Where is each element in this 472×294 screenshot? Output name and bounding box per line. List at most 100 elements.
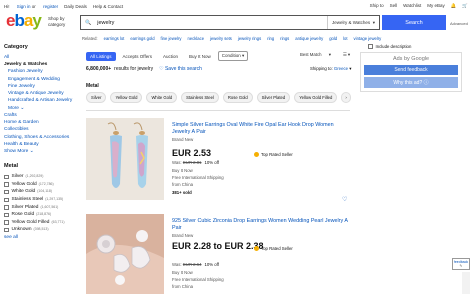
related-term[interactable]: earrings lot (104, 36, 125, 41)
metal-see-all-link[interactable]: see all (4, 234, 80, 241)
advanced-search-link[interactable]: Advanced (450, 21, 468, 26)
notification-icon[interactable]: 🔔 (451, 3, 457, 9)
checkbox-icon[interactable] (4, 220, 9, 225)
scrollbar[interactable] (462, 272, 470, 294)
metal-pill-yellow-gold[interactable]: Yellow Gold (110, 92, 143, 103)
save-search-link[interactable]: ♡ Save this search (159, 66, 202, 72)
listing-item: 925 Silver Cubic Zirconia Drop Earrings … (86, 214, 350, 294)
checkbox-icon[interactable] (368, 44, 373, 49)
checkbox-icon[interactable] (4, 182, 9, 187)
metal-checkbox-yellow-gold-filled[interactable]: Yellow Gold Filled (63,771) (4, 219, 80, 227)
checkbox-icon[interactable] (4, 174, 9, 180)
include-description-checkbox[interactable]: Include description (368, 44, 468, 49)
checkbox-icon[interactable] (4, 227, 9, 233)
related-term[interactable]: necklace (188, 36, 205, 41)
divider (86, 110, 350, 111)
sell-link[interactable]: Sell (390, 3, 398, 9)
why-this-ad-button[interactable]: Why this ad? ⓘ (364, 77, 458, 88)
sidebar-item-vintage-antique[interactable]: Vintage & Antique Jewelry (4, 90, 80, 97)
sidebar-item-handcrafted[interactable]: Handcrafted & Artisan Jewelry (4, 97, 80, 105)
metal-pill-silver-plated[interactable]: Silver Plated (256, 92, 291, 103)
category-select[interactable]: Jewelry & Watches ▾ (327, 16, 379, 29)
ship-to-link[interactable]: Ship to (370, 3, 384, 9)
related-term[interactable]: lot (343, 36, 347, 41)
sidebar-item-engagement-wedding[interactable]: Engagement & Wedding (4, 76, 80, 83)
help-contact-link[interactable]: Help & Contact (93, 4, 123, 9)
search-icon: 🔍 (85, 19, 92, 26)
tab-buy-it-now[interactable]: Buy It Now (185, 52, 215, 61)
product-image[interactable] (86, 214, 164, 294)
checkbox-icon[interactable] (4, 212, 9, 218)
sidebar-item-show-more[interactable]: Show More ⌄ (4, 148, 80, 155)
sidebar-item-fashion-jewelry[interactable]: Fashion Jewelry (4, 68, 80, 75)
related-term[interactable]: gold (329, 36, 337, 41)
tab-accepts-offers[interactable]: Accepts Offers (119, 52, 156, 61)
search-button[interactable]: Search (382, 15, 446, 30)
listing-condition: Brand New (172, 137, 194, 142)
metal-checkbox-unknown[interactable]: Unknown (398,513) (4, 226, 80, 234)
product-image[interactable] (86, 118, 164, 200)
related-term[interactable]: fine jewelry (161, 36, 182, 41)
metal-pill-rose-gold[interactable]: Rose Gold (222, 92, 253, 103)
metal-checkbox-silver[interactable]: Silver (1,292,829) (4, 173, 80, 181)
daily-deals-link[interactable]: Daily Deals (64, 4, 87, 9)
metal-checkbox-yellow-gold[interactable]: Yellow Gold (172,786) (4, 181, 80, 189)
my-ebay-link[interactable]: My eBay (427, 3, 445, 9)
sidebar-item-crafts[interactable]: Crafts (4, 112, 80, 119)
sidebar-item-clothing[interactable]: Clothing, Shoes & Accessories (4, 134, 80, 141)
watch-heart-icon[interactable]: ♡ (342, 196, 347, 203)
metal-checkbox-silver-plated[interactable]: Silver Plated (1,607,561) (4, 204, 80, 212)
top-rated-icon (254, 246, 259, 251)
ebay-logo[interactable]: ebay (6, 11, 42, 31)
sidebar-item-health-beauty[interactable]: Health & Beauty (4, 141, 80, 148)
chevron-right-icon[interactable]: › (341, 92, 351, 103)
metal-pill-yellow-gold-filled[interactable]: Yellow Gold Filled (294, 92, 338, 103)
metal-pill-silver[interactable]: Silver (86, 92, 107, 103)
metal-checkbox-white-gold[interactable]: White Gold (104,118) (4, 188, 80, 196)
sidebar-item-collectibles[interactable]: Collectibles (4, 126, 80, 133)
listing-title[interactable]: 925 Silver Cubic Zirconia Drop Earrings … (172, 218, 348, 232)
sidebar-item-home-garden[interactable]: Home & Garden (4, 119, 80, 126)
metal-checkbox-rose-gold[interactable]: Rose Gold (218,876) (4, 211, 80, 219)
cart-icon[interactable]: 🛒 (462, 3, 468, 9)
shop-by-category-button[interactable]: Shop by category (48, 16, 74, 27)
related-term[interactable]: antique jewelry (295, 36, 323, 41)
greeting: Hi! Sign in or register (4, 3, 59, 9)
related-term[interactable]: ring (267, 36, 274, 41)
tab-all-listings[interactable]: All Listings (86, 51, 116, 61)
listing-format: Buy It Now (172, 270, 193, 275)
search-input[interactable]: jewelry (91, 20, 327, 26)
sidebar-item-all[interactable]: All (4, 54, 80, 61)
metal-pill-white-gold[interactable]: White Gold (146, 92, 178, 103)
related-term[interactable]: rings (280, 36, 289, 41)
sort-dropdown[interactable]: Best Match ▾ (300, 52, 337, 58)
sidebar-item-more[interactable]: More ⌄ (4, 105, 80, 112)
checkbox-icon[interactable] (4, 205, 9, 210)
listing-price: EUR 2.53 (172, 148, 212, 158)
listing-title[interactable]: Simple Silver Earrings Oval White Fire O… (172, 122, 348, 136)
related-term[interactable]: jewelry rings (238, 36, 261, 41)
metal-pill-stainless-steel[interactable]: Stainless Steel (181, 92, 219, 103)
sign-in-link[interactable]: Sign in (17, 4, 31, 9)
listing-condition: Brand New (172, 233, 194, 238)
watchlist-link[interactable]: Watchlist (403, 3, 421, 9)
related-term[interactable]: jewelry sets (210, 36, 232, 41)
ship-to-country[interactable]: Greece (334, 66, 348, 71)
listing-shipping: Free International Shipping (172, 175, 224, 180)
feedback-button[interactable]: feedback ✎ (452, 258, 470, 270)
list-view-icon[interactable]: ☰ ▾ (343, 52, 350, 58)
sidebar-item-fine-jewelry[interactable]: Fine Jewelry (4, 83, 80, 90)
search-bar: 🔍 jewelry Jewelry & Watches ▾ (80, 15, 380, 30)
checkbox-icon[interactable] (4, 189, 9, 195)
ad-panel: Include description Ads by Google Send f… (354, 44, 468, 92)
condition-dropdown[interactable]: Condition ▾ (217, 51, 249, 61)
related-term[interactable]: vintage jewelry (354, 36, 382, 41)
sidebar-item-jewelry-watches[interactable]: Jewelry & Watches (4, 61, 80, 68)
tab-auction[interactable]: Auction (159, 52, 182, 61)
related-term[interactable]: earrings gold (130, 36, 154, 41)
checkbox-icon[interactable] (4, 197, 9, 203)
send-feedback-button[interactable]: Send feedback (364, 65, 458, 75)
shipping-to: Shipping to: Greece ▾ (310, 66, 352, 71)
register-link[interactable]: register (43, 4, 58, 9)
metal-checkbox-stainless-steel[interactable]: Stainless Steel (1,297,135) (4, 196, 80, 204)
